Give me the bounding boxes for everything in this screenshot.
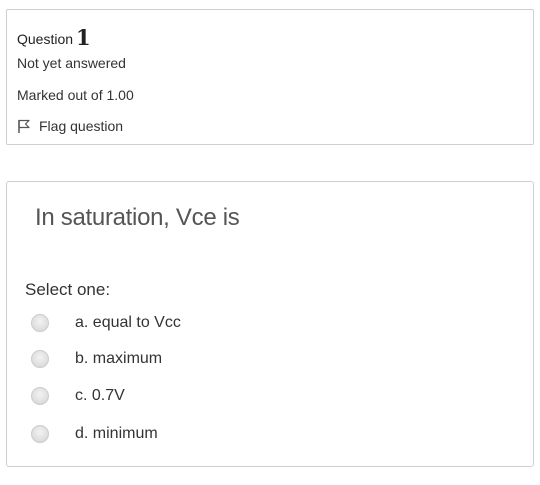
answer-option-a[interactable]: a. equal to Vcc	[31, 311, 181, 335]
radio-icon[interactable]	[31, 350, 49, 368]
answer-label: b. maximum	[75, 350, 163, 367]
answer-label: c. 0.7V	[75, 387, 125, 404]
radio-icon[interactable]	[31, 314, 49, 332]
answer-option-b[interactable]: b. maximum	[31, 347, 162, 371]
question-content-panel: In saturation, Vce is Select one: a. equ…	[6, 181, 534, 467]
answer-prompt: Select one:	[25, 280, 111, 299]
question-word: Question	[17, 31, 74, 47]
question-text: In saturation, Vce is	[35, 204, 240, 231]
flag-question-link[interactable]: Flag question	[17, 118, 123, 134]
answer-label: d. minimum	[75, 425, 158, 442]
question-number: 1	[76, 25, 91, 50]
flag-icon	[17, 119, 31, 134]
question-grade: Marked out of 1.00	[17, 87, 134, 103]
answer-label: a. equal to Vcc	[75, 314, 181, 331]
radio-icon[interactable]	[31, 425, 49, 443]
answer-option-d[interactable]: d. minimum	[31, 422, 158, 446]
question-state: Not yet answered	[17, 55, 126, 71]
answer-option-c[interactable]: c. 0.7V	[31, 384, 125, 408]
question-heading: Question 1	[17, 24, 91, 50]
question-info-panel: Question 1 Not yet answered Marked out of…	[6, 9, 534, 145]
radio-icon[interactable]	[31, 387, 49, 405]
flag-question-label: Flag question	[39, 118, 124, 134]
